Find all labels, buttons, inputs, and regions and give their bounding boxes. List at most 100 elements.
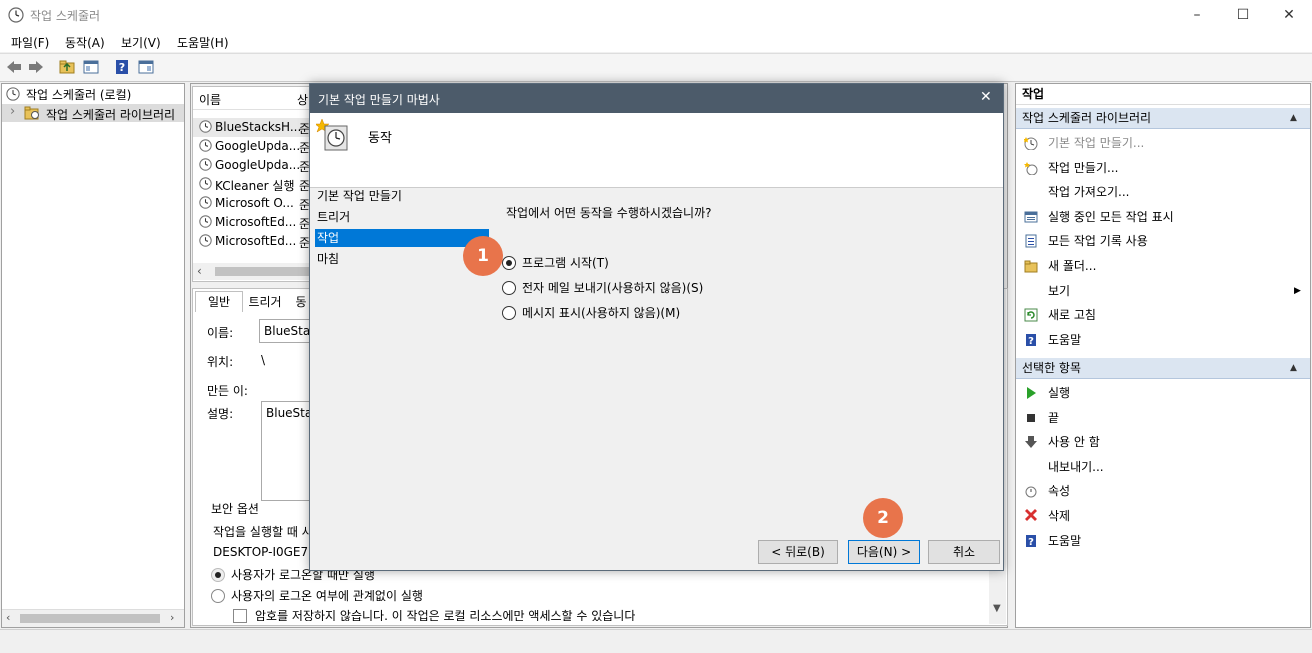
action-item-label: 모든 작업 기록 사용	[1048, 234, 1148, 249]
table-row[interactable]: KCleaner 실행 준	[193, 175, 311, 194]
action-item-section1-7[interactable]: 새로 고침	[1016, 303, 1310, 327]
table-row[interactable]: Microsoft O... 준	[193, 194, 311, 213]
wizard-step-0: 기본 작업 만들기	[317, 189, 402, 203]
action-item-label: 내보내기...	[1048, 459, 1104, 474]
task-name: MicrosoftEd...	[215, 215, 297, 229]
radio-button[interactable]	[502, 306, 516, 320]
action-item-label: 작업 만들기...	[1048, 160, 1119, 175]
back-arrow-icon[interactable]	[5, 58, 23, 76]
collapse-icon[interactable]: ▲	[1290, 108, 1297, 128]
scroll-down-icon[interactable]: ▼	[993, 603, 1001, 614]
task-clock-icon	[199, 120, 212, 133]
radio-button[interactable]	[502, 256, 516, 270]
scroll-left-icon[interactable]: ‹	[6, 611, 10, 624]
radio-logged-on[interactable]	[211, 568, 225, 582]
task-list: 이름 상 BlueStacksH... 준 GoogleUpda... 준 Google…	[192, 86, 312, 282]
forward-arrow-icon[interactable]	[27, 58, 45, 76]
scroll-left-icon[interactable]: ‹	[197, 264, 202, 278]
action-item-section2-6[interactable]: ? 도움말	[1016, 529, 1310, 553]
radio-label: 전자 메일 보내기(사용하지 않음)(S)	[522, 281, 704, 295]
minimize-button[interactable]: –	[1174, 0, 1220, 30]
task-name: BlueStacksH...	[215, 120, 302, 134]
svg-text:?: ?	[1028, 537, 1034, 548]
section-library-title: 작업 스케줄러 라이브러리	[1022, 111, 1152, 125]
tree-root-label: 작업 스케줄러 (로컬)	[26, 88, 132, 102]
close-button[interactable]: ✕	[1266, 0, 1312, 30]
menu-action[interactable]: 동작(A)	[65, 34, 105, 51]
author-label: 만든 이:	[207, 384, 248, 398]
section-library-header[interactable]: 작업 스케줄러 라이브러리 ▲	[1016, 108, 1310, 129]
tab-triggers[interactable]: 트리거	[243, 292, 287, 312]
task-clock-icon	[199, 215, 212, 228]
scroll-thumb[interactable]	[215, 267, 310, 276]
next-button[interactable]: 다음(N) >	[848, 540, 920, 564]
action-item-section2-3[interactable]: 내보내기...	[1016, 455, 1310, 479]
actions-pane-header: 작업	[1016, 84, 1310, 105]
create-task-icon	[1024, 161, 1038, 175]
menu-file[interactable]: 파일(F)	[11, 34, 49, 51]
task-clock-icon	[199, 196, 212, 209]
action-item-section1-4[interactable]: 모든 작업 기록 사용	[1016, 229, 1310, 253]
section-selected-header[interactable]: 선택한 항목 ▲	[1016, 358, 1310, 379]
table-row[interactable]: MicrosoftEd... 준	[193, 213, 311, 232]
action-item-section1-5[interactable]: 새 폴더...	[1016, 254, 1310, 278]
collapse-icon[interactable]: ▲	[1290, 358, 1297, 378]
action-item-section1-2[interactable]: 작업 가져오기...	[1016, 180, 1310, 204]
column-name-header[interactable]: 이름	[199, 91, 221, 108]
action-item-label: 작업 가져오기...	[1048, 185, 1130, 200]
action-item-section1-3[interactable]: 실행 중인 모든 작업 표시	[1016, 205, 1310, 229]
action-item-label: 도움말	[1048, 533, 1082, 548]
table-row[interactable]: GoogleUpda... 준	[193, 137, 311, 156]
action-item-section2-5[interactable]: 삭제	[1016, 504, 1310, 528]
no-password-checkbox[interactable]	[233, 609, 247, 623]
show-hide-console-tree-icon[interactable]	[82, 58, 100, 76]
back-button[interactable]: < 뒤로(B)	[758, 540, 838, 564]
help-icon[interactable]: ?	[113, 58, 131, 76]
option-whether-label: 사용자의 로그온 여부에 관계없이 실행	[231, 589, 423, 603]
tree-child[interactable]: › 작업 스케줄러 라이브러리	[2, 104, 184, 122]
folder-up-icon[interactable]	[58, 58, 76, 76]
table-row[interactable]: BlueStacksH... 준	[193, 118, 311, 137]
action-item-section1-8[interactable]: ? 도움말	[1016, 328, 1310, 352]
cancel-button[interactable]: 취소	[928, 540, 1000, 564]
column-status-header[interactable]: 상	[297, 91, 308, 108]
action-item-label: 기본 작업 만들기...	[1048, 136, 1145, 150]
task-name: Microsoft O...	[215, 196, 294, 210]
scroll-right-icon[interactable]: ›	[170, 611, 174, 624]
radio-whether-logged-on[interactable]	[211, 589, 225, 603]
menu-help[interactable]: 도움말(H)	[177, 34, 229, 51]
radio-label: 메시지 표시(사용하지 않음)(M)	[522, 306, 681, 320]
action-item-section2-1[interactable]: 끝	[1016, 406, 1310, 430]
task-list-header: 이름 상	[193, 87, 311, 110]
task-list-scrollbar[interactable]: ‹	[193, 263, 311, 280]
action-item-section2-2[interactable]: 사용 안 함	[1016, 430, 1310, 454]
annotation-badge-2: 2	[863, 498, 903, 538]
action-item-section2-0[interactable]: 실행	[1016, 381, 1310, 405]
action-item-label: 삭제	[1048, 509, 1071, 523]
action-item-label: 사용 안 함	[1048, 435, 1100, 450]
maximize-button[interactable]: ☐	[1220, 0, 1266, 30]
end-icon	[1027, 413, 1035, 422]
menu-view[interactable]: 보기(V)	[121, 34, 161, 51]
expand-icon[interactable]: ›	[10, 104, 15, 119]
new-folder-icon	[1024, 260, 1038, 273]
help-icon: ?	[1026, 333, 1036, 347]
console-tree-panel: 작업 스케줄러 (로컬) › 작업 스케줄러 라이브러리 ‹ ›	[1, 83, 185, 628]
history-icon	[1025, 234, 1037, 248]
wizard-clock-icon	[316, 118, 348, 151]
table-row[interactable]: GoogleUpda... 준	[193, 156, 311, 175]
wizard-close-button[interactable]: ✕	[980, 89, 992, 105]
show-hide-action-pane-icon[interactable]	[137, 58, 155, 76]
radio-button[interactable]	[502, 281, 516, 295]
action-item-section1-1[interactable]: 작업 만들기...	[1016, 156, 1310, 180]
tab-general[interactable]: 일반	[195, 291, 243, 312]
action-item-section2-4[interactable]: 속성	[1016, 479, 1310, 503]
security-run-text: 작업을 실행할 때 사	[213, 525, 313, 539]
table-row[interactable]: MicrosoftEd... 준	[193, 232, 311, 251]
task-name: MicrosoftEd...	[215, 234, 297, 248]
action-item-section1-6[interactable]: 보기 ▶	[1016, 279, 1310, 303]
tree-scrollbar[interactable]: ‹ ›	[2, 609, 184, 627]
tab-actions[interactable]: 동	[291, 292, 311, 312]
description-label: 설명:	[207, 407, 234, 421]
scroll-thumb[interactable]	[20, 614, 160, 623]
